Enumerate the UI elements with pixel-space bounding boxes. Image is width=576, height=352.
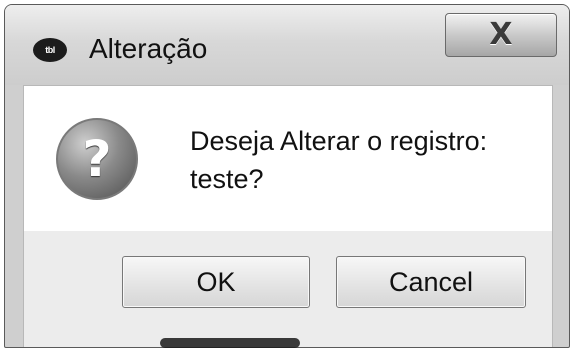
dialog-title: Alteração bbox=[89, 33, 208, 64]
close-icon: X bbox=[489, 17, 513, 52]
close-button[interactable]: X bbox=[445, 13, 557, 57]
question-mark-glyph: ? bbox=[82, 130, 112, 188]
cancel-button[interactable]: Cancel bbox=[336, 256, 526, 308]
message-line-2: teste? bbox=[190, 164, 264, 194]
ok-button[interactable]: OK bbox=[122, 256, 310, 308]
taskbar-shadow bbox=[160, 338, 300, 348]
question-icon: ? bbox=[56, 118, 138, 200]
message-line-1: Deseja Alterar o registro: bbox=[190, 126, 488, 156]
app-logo-icon: tbl bbox=[33, 38, 67, 62]
message-text: Deseja Alterar o registro: teste? bbox=[190, 122, 550, 198]
app-logo-glyph: tbl bbox=[45, 45, 55, 55]
